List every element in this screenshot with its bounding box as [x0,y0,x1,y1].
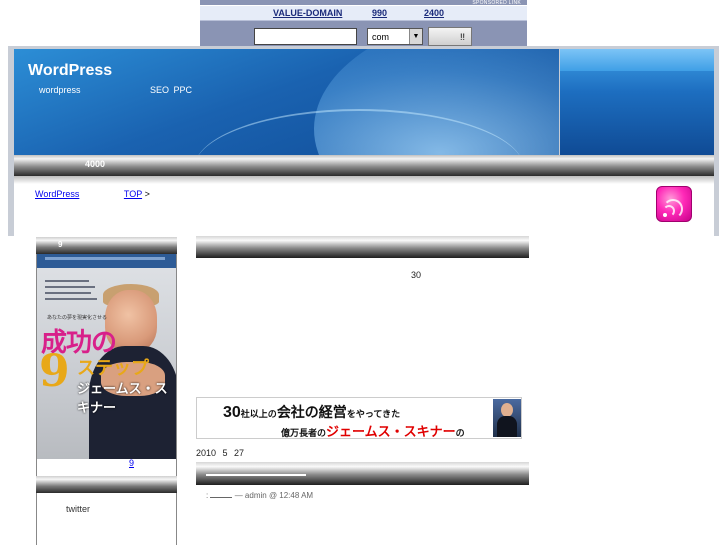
ad-banner[interactable]: 30社以上の会社の経営をやってきた 億万長者のジェームス・スキナーの [196,397,522,439]
book-title-numeral: 9 [39,346,70,397]
sidebar-heading-2 [36,476,177,493]
tld-selected-value: com [372,32,390,42]
book-title-end: ステップ [77,358,149,379]
book-link[interactable]: 9 [36,458,134,470]
page: SPONSORED LINK VALUE-DOMAIN 990 2400 com… [0,0,727,545]
site-title[interactable]: WordPress [28,62,112,80]
twitter-label: twitter [66,504,91,514]
site-tagline-seo: SEO PPC [150,85,193,95]
domain-search-ad: SPONSORED LINK VALUE-DOMAIN 990 2400 com… [200,0,527,50]
breadcrumb-link-top[interactable]: TOP [124,189,142,199]
breadcrumb-link-wordpress[interactable]: WordPress [35,189,79,199]
domain-search-input[interactable] [254,28,357,45]
chevron-down-icon[interactable]: ▼ [409,29,422,44]
breadcrumb-separator: > [144,189,150,199]
breadcrumb: WordPress TOP > [35,189,150,199]
nav-bar [14,155,714,176]
post-title-bar [196,236,529,258]
value-domain-link[interactable]: VALUE-DOMAIN [273,8,342,18]
post-author: — admin @ 12:48 AM [234,491,314,500]
book-subtitle: あなたの夢を現実化させる [47,315,108,321]
domain-search-button[interactable]: !! [428,27,472,46]
book-cover-image[interactable]: あなたの夢を現実化させる 成功の 9 ステップ ジェームス・スキナー [37,254,176,459]
domain-search-row: com ▼ !! [200,27,527,46]
post-meta: : — admin @ 12:48 AM [206,491,314,500]
banner-headline: 30社以上の会社の経営をやってきた [223,404,401,421]
book-author: ジェームス・スキナー [77,381,168,415]
tld-select[interactable]: com ▼ [367,28,423,45]
price-link-990[interactable]: 990 [372,8,387,18]
domain-ad-strip: VALUE-DOMAIN 990 2400 [200,5,527,21]
sidebar-heading-text: 9 [58,240,63,249]
banner-portrait [493,399,521,437]
banner-subline: 億万長者のジェームス・スキナーの [281,424,465,439]
header-side-panel [560,49,714,156]
nav-bar-text: 4000 [85,159,106,169]
price-link-2400[interactable]: 2400 [424,8,444,18]
sidebar-heading-book: 9 [36,237,177,254]
post-title-bar-2 [196,462,529,485]
breadcrumb-area [14,176,714,236]
site-tagline: wordpress [39,85,81,95]
rss-feed-icon[interactable] [656,186,692,222]
post-count: 30 [411,270,422,280]
post-date: 2010 5 27 [196,448,245,458]
